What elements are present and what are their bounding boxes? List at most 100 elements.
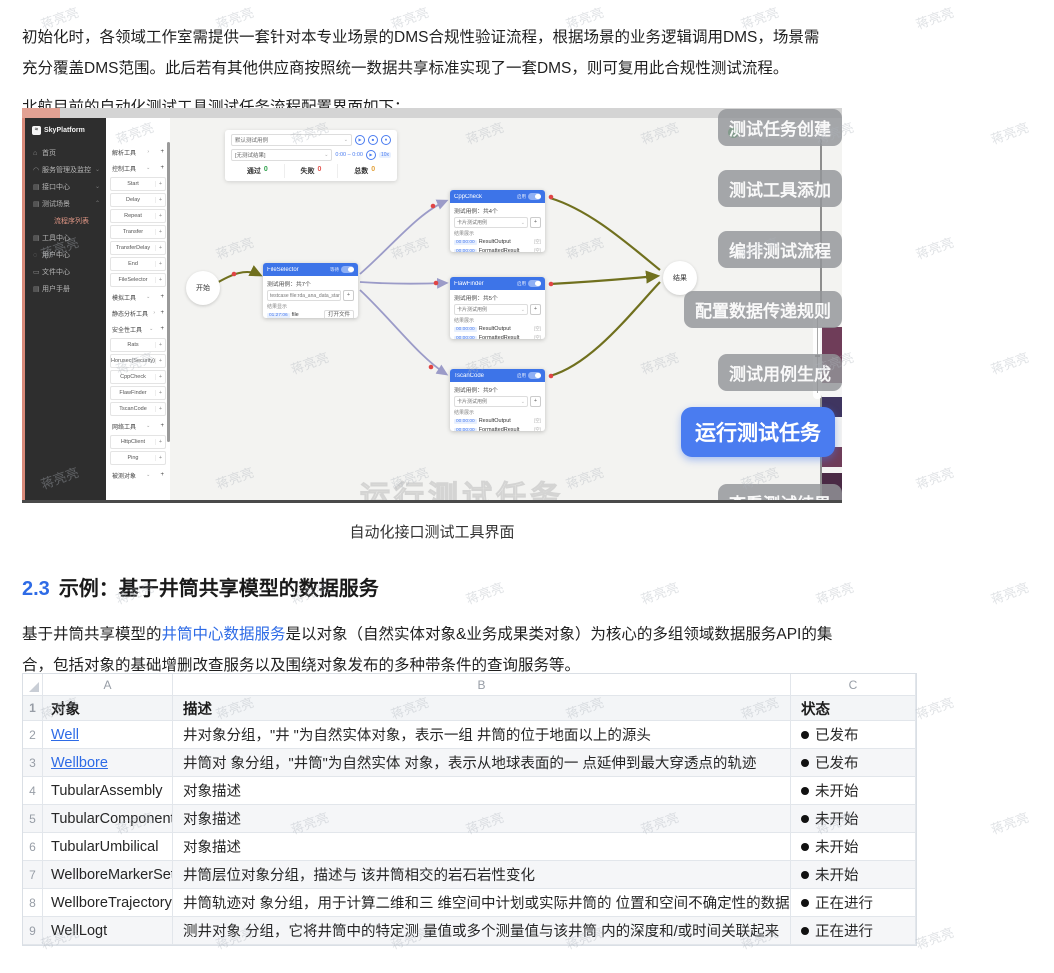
chevron-icon: ⌄ [95, 179, 100, 196]
row-number: 3 [23, 749, 43, 777]
status-dot-icon [801, 871, 809, 879]
object-name-cell: TubularUmbilical [43, 833, 173, 861]
tool-panel-item: Transfer + [110, 225, 166, 239]
body-paragraph: 基于井筒共享模型的井筒中心数据服务是以对象（自然实体对象&业务成果类对象）为核心… [22, 619, 854, 681]
add-icon: + [530, 217, 541, 228]
tool-panel-item: End + [110, 257, 166, 271]
row-number: 7 [23, 861, 43, 889]
sidebar-item: 流程序列表 [25, 213, 106, 230]
table-header-row: 1 对象 描述 状态 [23, 696, 916, 721]
tool-panel-scrollbar [167, 142, 170, 442]
toggle-switch [341, 266, 354, 273]
start-node: 开始 [186, 271, 220, 305]
chevron-down-icon: ⌄ [324, 152, 328, 158]
add-icon: + [155, 261, 165, 267]
object-name-cell: WellboreMarkerSet [43, 861, 173, 889]
status-cell: 正在进行 [791, 889, 916, 917]
add-icon: + [155, 374, 165, 380]
add-icon: + [155, 245, 165, 251]
window-edge-strips [822, 108, 842, 500]
sidebar-item-icon: ▤ [33, 230, 42, 247]
logo-icon: ≈ [32, 126, 41, 135]
tool-panel-item: 安全性工具 ⌄ + [106, 321, 170, 337]
wellbore-service-link[interactable]: 井筒中心数据服务 [162, 626, 286, 643]
stat-item: 通过0 [231, 164, 284, 178]
column-letters-row: A B C [23, 674, 916, 696]
sidebar-item-icon: ▤ [33, 179, 42, 196]
chevron-icon: › [153, 310, 155, 316]
add-icon: + [155, 439, 165, 445]
add-icon: + [530, 396, 541, 407]
check-icon: ✓ [728, 127, 739, 138]
status-cell: 未开始 [791, 861, 916, 889]
table-row: 6 TubularUmbilical 对象描述 未开始 [23, 833, 916, 861]
add-icon: + [155, 213, 165, 219]
tool-panel-item: HttpClient + [110, 435, 166, 449]
timestamp-chip: 01:27:06 [267, 313, 290, 318]
corner-triangle-icon [29, 682, 39, 692]
object-name: WellLogt [51, 923, 107, 939]
add-icon: + [155, 390, 165, 396]
object-name-cell: Well [43, 721, 173, 749]
description-cell: 井筒层位对象分组，描述与 该井筒相交的岩石岩性变化 [173, 861, 791, 889]
sidebar-item: ⌂首页 [25, 145, 106, 162]
success-toast: ✓ [728, 125, 833, 139]
object-name-cell: WellLogt [43, 917, 173, 945]
chevron-down-icon: ⌄ [521, 220, 525, 226]
chevron-down-icon: ⌄ [521, 399, 525, 405]
figure-caption: 自动化接口测试工具界面 [22, 521, 842, 542]
tool-node: FlawFinder 启用 测试用例：共5个 卡片测试用例 ⌄ + [450, 277, 545, 339]
description-cell: 对象描述 [173, 805, 791, 833]
column-letter: B [173, 674, 791, 696]
table-row: 8 WellboreTrajectory 井筒轨迹对 象分组，用于计算二维和三 … [23, 889, 916, 917]
status-cell: 未开始 [791, 805, 916, 833]
add-icon: + [155, 181, 165, 187]
table-row: 4 TubularAssembly 对象描述 未开始 [23, 777, 916, 805]
object-name[interactable]: Wellbore [51, 755, 108, 771]
testcase-card-select: 卡片测试用例 ⌄ [454, 304, 528, 315]
object-name[interactable]: Well [51, 727, 79, 743]
object-name: TubularComponent [51, 811, 173, 827]
tool-panel-item: 网络工具 ⌄ + [106, 418, 170, 434]
table-row: 2 Well 井对象分组，"井 "为自然实体对象，表示一组 井筒的位于地面以上的… [23, 721, 916, 749]
testcase-card-select: 卡片测试用例 ⌄ [454, 217, 528, 228]
tool-panel-item: Delay + [110, 193, 166, 207]
row-number: 8 [23, 889, 43, 917]
stop-button: ■ [368, 135, 378, 145]
object-name-cell: Wellbore [43, 749, 173, 777]
add-icon: + [155, 277, 165, 283]
add-icon: + [155, 358, 165, 364]
status-cell: 未开始 [791, 833, 916, 861]
sidebar-item: ▤接口中心 ⌄ [25, 179, 106, 196]
replay-button: ▶ [366, 150, 376, 160]
flow-canvas: 默认测试用例 ⌄ ▶ ■ ⏺ [无测试结果] ⌄ 0:00 – 0:00 ▶ 1… [170, 118, 842, 500]
screenshot-top-bar [22, 108, 842, 118]
add-icon: + [160, 472, 164, 478]
tool-panel-item: FlawFinder + [110, 386, 166, 400]
description-cell: 测井对象 分组，它将井筒中的特定测 量值或多个测量值与该井筒 内的深度和/或时间… [173, 917, 791, 945]
select-all-corner [23, 674, 43, 696]
top-bar-accent [22, 108, 60, 118]
row-number: 9 [23, 917, 43, 945]
sidebar-item: ◠服务管理及监控 ⌄ [25, 162, 106, 179]
add-icon: + [160, 165, 164, 171]
tool-panel-item: Ping + [110, 451, 166, 465]
sidebar-item-icon: ▤ [33, 281, 42, 298]
sidebar-item-icon: ⌂ [33, 145, 42, 162]
add-icon: + [155, 197, 165, 203]
stat-item: 失败0 [284, 164, 338, 178]
add-icon: + [160, 149, 164, 155]
add-icon: + [160, 326, 164, 332]
row-number: 5 [23, 805, 43, 833]
chevron-icon: ⌄ [146, 423, 150, 429]
sidebar-item: ▤测试场景 ⌃ [25, 196, 106, 213]
description-cell: 井筒对 象分组，"井筒"为自然实体 对象，表示从地球表面的一 点延伸到最大穿透点… [173, 749, 791, 777]
sidebar-item-icon: ◌ [33, 247, 42, 264]
tool-panel-item: 模拟工具 ⌄ + [106, 289, 170, 305]
chevron-icon: ⌄ [146, 472, 150, 478]
tool-panel-item: 控制工具 ⌄ + [106, 160, 170, 176]
tool-panel-item: TscanCode + [110, 402, 166, 416]
testcase-card-select: 卡片测试用例 ⌄ [454, 396, 528, 407]
object-name: WellboreTrajectory [51, 895, 172, 911]
row-number: 4 [23, 777, 43, 805]
